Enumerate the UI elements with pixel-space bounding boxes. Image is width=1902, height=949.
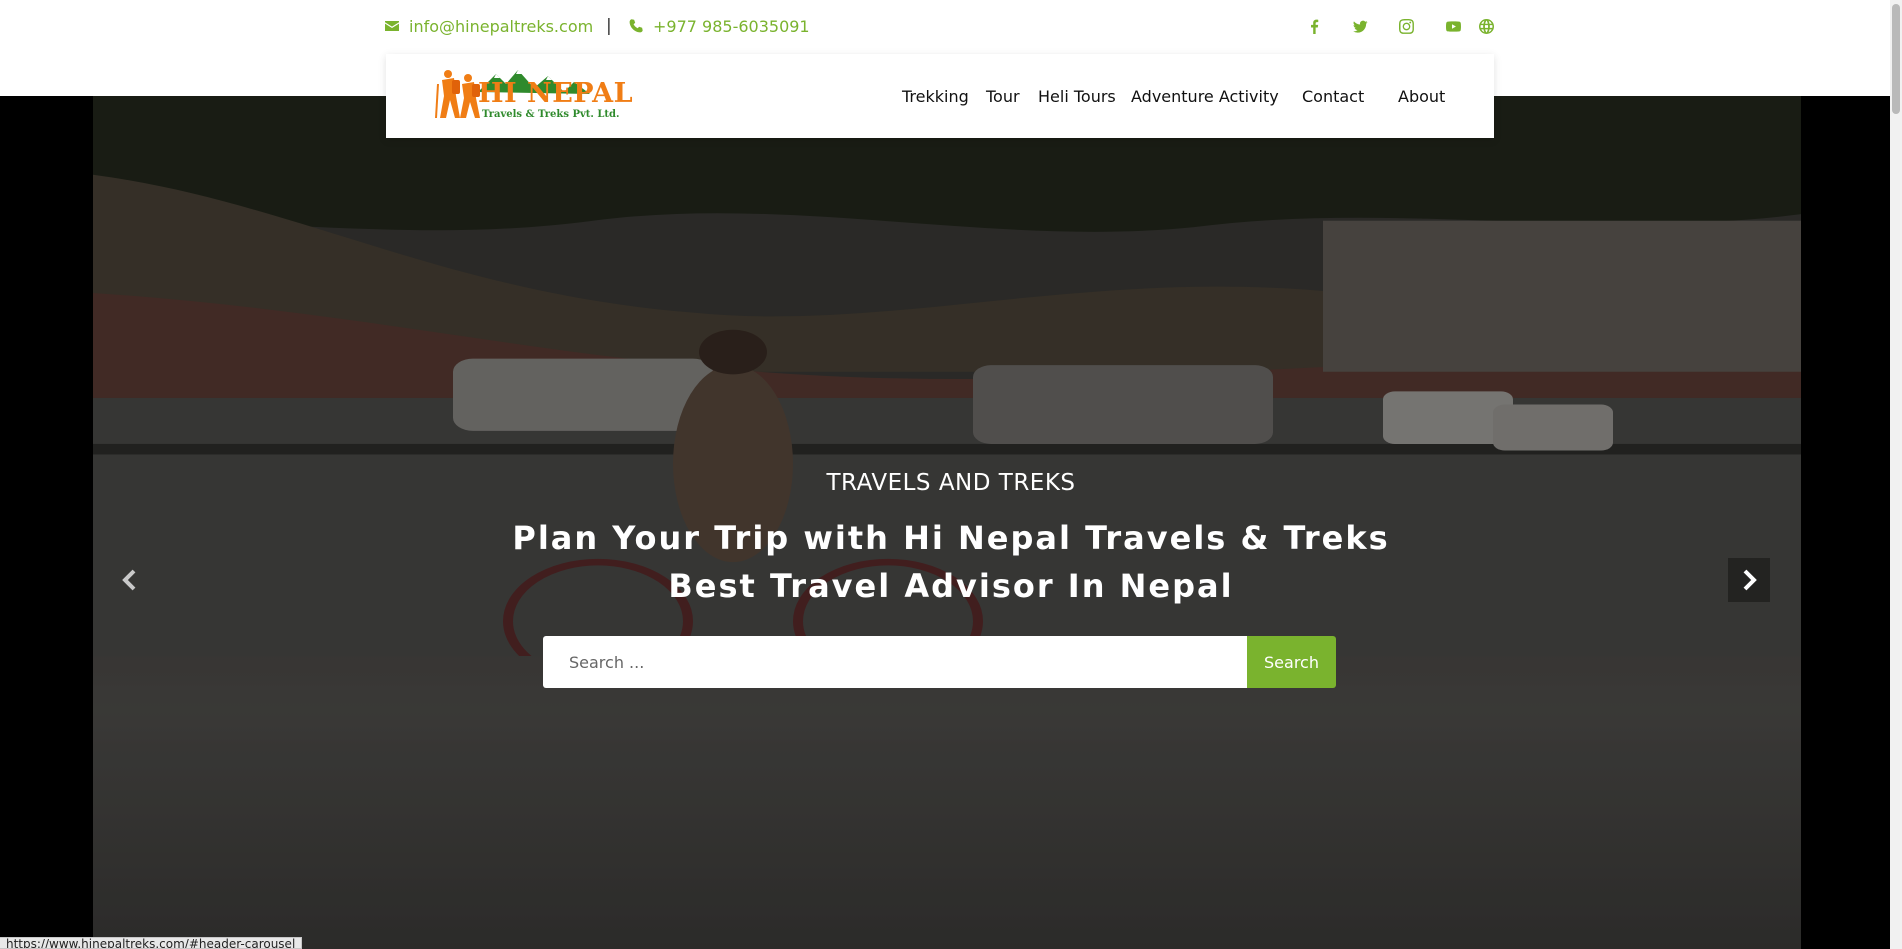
facebook-icon[interactable] bbox=[1303, 14, 1325, 38]
search-input[interactable] bbox=[543, 636, 1247, 688]
logo-subtitle: Travels & Treks Pvt. Ltd. bbox=[482, 109, 620, 120]
chevron-right-icon bbox=[1743, 569, 1757, 591]
instagram-icon[interactable] bbox=[1395, 14, 1417, 38]
search-button[interactable]: Search bbox=[1247, 636, 1336, 688]
site-header: HI NEPAL Travels & Treks Pvt. Ltd. Trekk… bbox=[386, 54, 1494, 138]
logo-title: HI NEPAL bbox=[478, 78, 634, 109]
nav-item-contact[interactable]: Contact bbox=[1302, 54, 1364, 138]
carousel-next-button[interactable] bbox=[1728, 558, 1770, 602]
envelope-icon bbox=[385, 21, 399, 31]
contact-separator: | bbox=[606, 16, 612, 36]
phone-link[interactable]: +977 985-6035091 bbox=[653, 17, 810, 36]
scrollbar-thumb[interactable] bbox=[1892, 4, 1900, 114]
contact-phone[interactable]: +977 985-6035091 bbox=[628, 14, 810, 38]
browser-status-url: https://www.hinepaltreks.com/#header-car… bbox=[0, 937, 303, 949]
nav-item-adventure-activity[interactable]: Adventure Activity bbox=[1131, 54, 1279, 138]
nav-item-trekking[interactable]: Trekking bbox=[902, 54, 969, 138]
hero-kicker: TRAVELS AND TREKS bbox=[826, 470, 1076, 496]
twitter-icon[interactable] bbox=[1349, 14, 1371, 38]
email-link[interactable]: info@hinepaltreks.com bbox=[409, 17, 593, 36]
nav-item-about[interactable]: About bbox=[1398, 54, 1445, 138]
logo[interactable]: HI NEPAL Travels & Treks Pvt. Ltd. bbox=[434, 66, 633, 126]
page-scrollbar[interactable] bbox=[1890, 0, 1902, 949]
carousel-prev-button[interactable] bbox=[112, 562, 148, 598]
hero-title-line2: Best Travel Advisor In Nepal bbox=[668, 567, 1234, 605]
contact-email[interactable]: info@hinepaltreks.com bbox=[384, 14, 593, 38]
globe-icon[interactable] bbox=[1475, 14, 1497, 38]
chevron-left-icon bbox=[122, 569, 136, 591]
phone-icon bbox=[629, 19, 643, 33]
nav-item-heli-tours[interactable]: Heli Tours bbox=[1038, 54, 1116, 138]
nav-item-tour[interactable]: Tour bbox=[986, 54, 1020, 138]
hero-title-line1: Plan Your Trip with Hi Nepal Travels & T… bbox=[512, 519, 1390, 557]
youtube-icon[interactable] bbox=[1442, 14, 1464, 38]
